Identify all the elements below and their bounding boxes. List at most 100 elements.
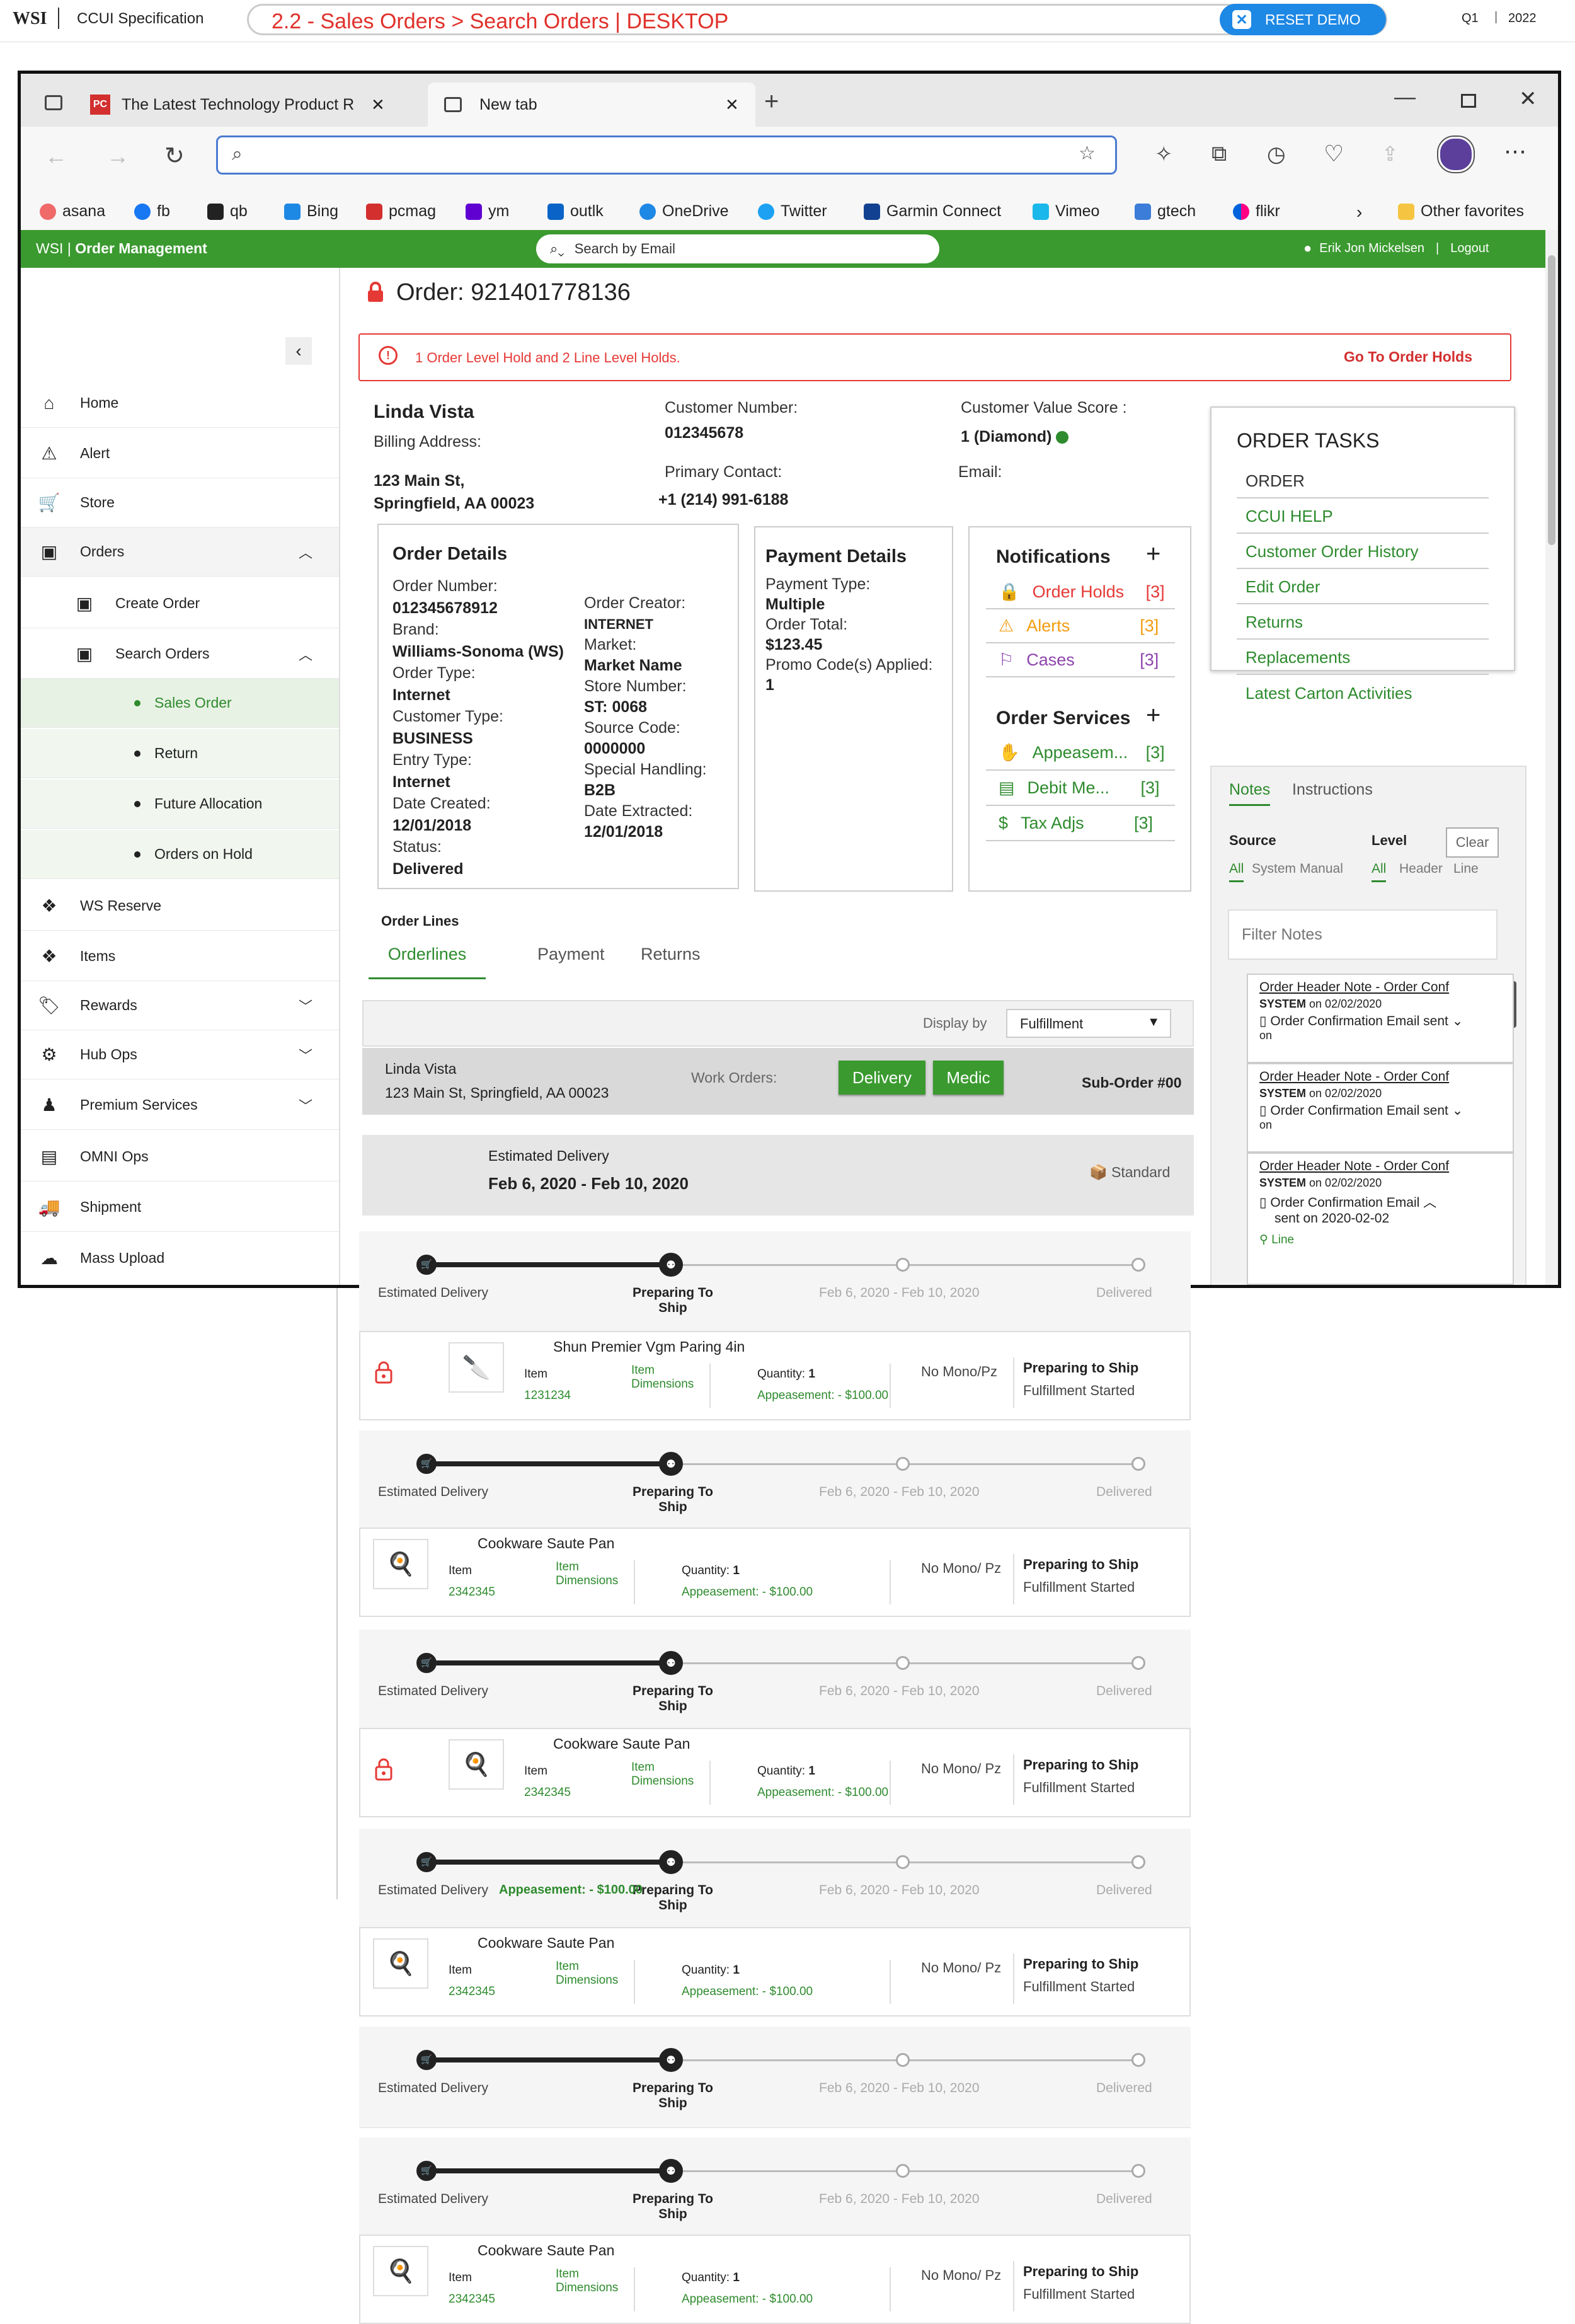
minimize-icon[interactable]: — bbox=[1394, 85, 1416, 110]
appeasement-amount[interactable]: Appeasement: - $100.00 bbox=[682, 1585, 813, 1599]
tab-payment[interactable]: Payment bbox=[537, 945, 605, 964]
chevron-up-icon[interactable]: ︿ bbox=[1423, 1195, 1436, 1210]
add-notification-icon[interactable]: + bbox=[1146, 540, 1160, 568]
history-icon[interactable]: ◷ bbox=[1267, 142, 1286, 167]
notification-alerts[interactable]: ⚠ Alerts [3] bbox=[986, 609, 1175, 643]
close-tab-icon[interactable]: ✕ bbox=[725, 95, 739, 115]
reset-demo-button[interactable]: ✕ RESET DEMO bbox=[1220, 4, 1386, 35]
sidebar-item-sales-order[interactable]: Sales Order bbox=[21, 679, 339, 728]
item-dimensions-link[interactable]: Item Dimensions bbox=[556, 1560, 625, 1588]
source-filter-all[interactable]: All bbox=[1229, 861, 1244, 882]
item-number[interactable]: 2342345 bbox=[449, 2292, 495, 2306]
sidebar-item-orders-on-hold[interactable]: Orders on Hold bbox=[21, 830, 339, 879]
item-dimensions-link[interactable]: Item Dimensions bbox=[556, 1960, 625, 1987]
add-service-icon[interactable]: + bbox=[1146, 701, 1160, 730]
favorite-star-icon[interactable]: ☆ bbox=[1079, 142, 1096, 164]
sidebar-item-future-allocation[interactable]: Future Allocation bbox=[21, 779, 339, 829]
sidebar-item-items[interactable]: ❖ Items bbox=[21, 932, 339, 981]
sidebar-item-mass-upload[interactable]: ☁ Mass Upload bbox=[21, 1233, 339, 1282]
bookmark-fb[interactable]: fb bbox=[134, 202, 170, 221]
new-tab-plus-icon[interactable]: + bbox=[764, 88, 779, 116]
item-number[interactable]: 1231234 bbox=[524, 1389, 571, 1403]
chevron-right-icon[interactable]: › bbox=[1356, 202, 1362, 222]
task-customer-order-history[interactable]: Customer Order History bbox=[1237, 535, 1489, 569]
bookmark-twitter[interactable]: Twitter bbox=[758, 202, 827, 221]
service-appeasements[interactable]: ✋ Appeasem... [3] bbox=[986, 735, 1175, 771]
bookmark-garmin[interactable]: Garmin Connect bbox=[864, 202, 1001, 221]
forward-icon[interactable]: → bbox=[106, 143, 129, 170]
share-icon[interactable]: ⇪ bbox=[1382, 142, 1399, 166]
task-ccui-help[interactable]: CCUI HELP bbox=[1237, 500, 1489, 534]
product-name[interactable]: Cookware Saute Pan bbox=[478, 1935, 614, 1952]
tab-pcmag[interactable]: PC The Latest Technology Product R ✕ bbox=[90, 86, 424, 123]
sidebar-item-alert[interactable]: ⚠ Alert bbox=[21, 429, 339, 478]
sidebar-item-store[interactable]: 🛒 Store bbox=[21, 478, 339, 527]
task-latest-carton-activities[interactable]: Latest Carton Activities bbox=[1237, 676, 1489, 710]
display-by-select[interactable]: Fulfillment ▼ bbox=[1006, 1009, 1171, 1038]
item-dimensions-link[interactable]: Item Dimensions bbox=[631, 1364, 701, 1391]
tab-new-tab[interactable]: New tab ✕ bbox=[428, 83, 755, 127]
more-icon[interactable]: ⋯ bbox=[1504, 138, 1526, 164]
appeasement-amount[interactable]: Appeasement: - $100.00 bbox=[757, 1389, 888, 1403]
product-name[interactable]: Cookware Saute Pan bbox=[478, 1535, 614, 1552]
level-filter-all[interactable]: All bbox=[1372, 861, 1387, 882]
bookmark-qb[interactable]: qb bbox=[207, 202, 248, 221]
go-to-order-holds-link[interactable]: Go To Order Holds bbox=[1344, 348, 1472, 365]
collections-icon[interactable]: ⧉ bbox=[1211, 142, 1227, 166]
bookmark-flikr[interactable]: flikr bbox=[1233, 202, 1280, 221]
filter-notes-input[interactable] bbox=[1228, 909, 1498, 960]
sidebar-item-create-order[interactable]: ▣ Create Order bbox=[21, 579, 339, 628]
bookmark-outlk[interactable]: outlk bbox=[547, 202, 604, 221]
medic-button[interactable]: Medic bbox=[933, 1061, 1004, 1095]
appeasement-amount[interactable]: Appeasement: - $100.00 bbox=[682, 2292, 813, 2306]
bookmark-ym[interactable]: ym bbox=[466, 202, 509, 221]
bookmark-other-favorites[interactable]: Other favorites bbox=[1398, 202, 1524, 221]
item-dimensions-link[interactable]: Item Dimensions bbox=[556, 2267, 625, 2295]
note-entry[interactable]: Order Header Note - Order Conf SYSTEM on… bbox=[1247, 1063, 1514, 1153]
item-number[interactable]: 2342345 bbox=[449, 1585, 495, 1599]
order-line-item[interactable]: 🍳 Cookware Saute Pan Item 2342345 Item Dimen… bbox=[359, 1527, 1191, 1617]
sidebar-item-home[interactable]: ⌂ Home bbox=[21, 379, 339, 428]
sidebar-item-return[interactable]: Return bbox=[21, 729, 339, 778]
source-filter-system[interactable]: System bbox=[1252, 861, 1296, 877]
appeasement-amount[interactable]: Appeasement: - $100.00 bbox=[682, 1985, 813, 1999]
order-line-item[interactable]: 🍳 Cookware Saute Pan Item 2342345 Item Dimen… bbox=[359, 2235, 1191, 2324]
tab-returns[interactable]: Returns bbox=[641, 945, 701, 964]
product-name[interactable]: Cookware Saute Pan bbox=[553, 1735, 690, 1752]
sidebar-item-ws-reserve[interactable]: ❖ WS Reserve bbox=[21, 882, 339, 931]
source-filter-manual[interactable]: Manual bbox=[1300, 861, 1343, 877]
task-edit-order[interactable]: Edit Order bbox=[1237, 570, 1489, 604]
task-replacements[interactable]: Replacements bbox=[1237, 641, 1489, 675]
level-filter-line[interactable]: Line bbox=[1453, 861, 1479, 877]
bookmark-onedrive[interactable]: OneDrive bbox=[639, 202, 729, 221]
sidebar-item-omni-ops[interactable]: ▤ OMNI Ops bbox=[21, 1132, 339, 1182]
collapse-sidebar-button[interactable]: ‹ bbox=[285, 337, 312, 365]
notification-cases[interactable]: ⚐ Cases [3] bbox=[986, 643, 1175, 677]
service-tax-adjs[interactable]: $ Tax Adjs [3] bbox=[986, 806, 1175, 841]
order-line-item[interactable]: 🍳 Cookware Saute Pan Item 2342345 Item Dimen… bbox=[359, 1728, 1191, 1817]
order-line-item[interactable]: 🔪 Shun Premier Vgm Paring 4in Item 1231234 I… bbox=[359, 1331, 1191, 1420]
tab-instructions[interactable]: Instructions bbox=[1292, 781, 1373, 799]
profile-avatar[interactable] bbox=[1438, 137, 1474, 172]
sidebar-item-shipment[interactable]: 🚚 Shipment bbox=[21, 1183, 339, 1232]
address-input[interactable] bbox=[268, 142, 1040, 169]
chevron-down-icon[interactable]: ⌄ bbox=[1452, 1014, 1463, 1028]
product-name[interactable]: Cookware Saute Pan bbox=[478, 2242, 614, 2259]
bookmark-pcmag[interactable]: pcmag bbox=[366, 202, 436, 221]
notification-order-holds[interactable]: 🔒 Order Holds [3] bbox=[986, 575, 1175, 609]
appeasement-amount[interactable]: Appeasement: - $100.00 bbox=[757, 1786, 888, 1800]
bookmark-gtech[interactable]: gtech bbox=[1135, 202, 1196, 221]
service-debit-memo[interactable]: ▤ Debit Me... [3] bbox=[986, 771, 1175, 806]
refresh-icon[interactable]: ↻ bbox=[164, 142, 185, 170]
email-search[interactable]: ⌕⌄ Search by Email bbox=[536, 234, 939, 263]
sidebar-item-orders[interactable]: ▣ Orders ︿ bbox=[21, 527, 339, 577]
back-icon[interactable]: ← bbox=[45, 143, 67, 170]
tab-actions-icon[interactable] bbox=[45, 95, 62, 110]
chevron-down-icon[interactable]: ⌄ bbox=[1452, 1103, 1463, 1118]
tab-orderlines[interactable]: Orderlines bbox=[369, 945, 486, 979]
level-filter-header[interactable]: Header bbox=[1399, 861, 1443, 877]
sidebar-item-hub-ops[interactable]: ⚙ Hub Ops ﹀ bbox=[21, 1030, 339, 1079]
favorites-icon[interactable]: ♡ bbox=[1324, 141, 1344, 167]
item-number[interactable]: 2342345 bbox=[449, 1985, 495, 1999]
note-entry[interactable]: Order Header Note - Order Conf SYSTEM on… bbox=[1247, 1153, 1514, 1285]
